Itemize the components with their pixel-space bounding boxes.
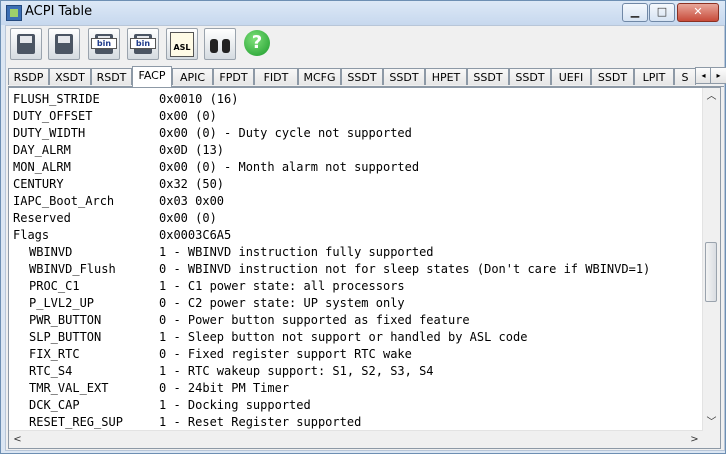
field-name: DCK_CAP [29,398,80,412]
scroll-right-button[interactable]: > [686,431,703,448]
tab-rsdt[interactable]: RSDT [91,68,132,85]
minimize-button[interactable]: ▁ [622,3,648,22]
field-name: DUTY_WIDTH [13,126,86,140]
field-value: 0 - Fixed register support RTC wake [159,347,412,361]
tab-ssdt-1[interactable]: SSDT [341,68,383,85]
tab-ssdt-4[interactable]: SSDT [509,68,551,85]
field-value: 1 - Sleep button not support or handled … [159,330,528,344]
vertical-scroll-thumb[interactable] [705,241,717,302]
field-value: 0x00 (0) - Duty cycle not supported [159,126,412,140]
vertical-scrollbar[interactable]: ︿ ﹀ [702,88,720,431]
title-bar[interactable]: ACPI Table ▁ □ ✕ [1,1,725,25]
field-name: DUTY_OFFSET [13,109,93,123]
field-value: 0x0D (13) [159,143,225,157]
tab-fpdt[interactable]: FPDT [213,68,254,85]
horizontal-scrollbar[interactable]: < > [9,430,703,448]
save-button[interactable] [10,28,42,60]
field-value: 1 - Docking supported [159,398,311,412]
field-name: SLP_BUTTON [29,330,102,344]
field-name: WBINVD [29,245,73,259]
field-name: CENTURY [13,177,64,191]
tab-uefi[interactable]: UEFI [551,68,591,85]
table-detail-view[interactable]: FLUSH_STRIDE 0x0010 (16) DUTY_OFFSET 0x00 (… [8,87,721,449]
tab-fidt[interactable]: FIDT [254,68,298,85]
field-value: 1 - C1 power state: all processors [159,279,405,293]
field-name: MON_ALRM [13,160,71,174]
table-tabs: RSDP XSDT RSDT FACP APIC FPDT FIDT MCFG … [8,66,726,87]
field-name: P_LVL2_UP [29,296,95,310]
tab-apic[interactable]: APIC [172,68,213,85]
asl-button[interactable]: ASL [166,28,198,60]
help-icon: ? [244,30,270,56]
save-all-button[interactable] [48,28,80,60]
field-value: 0x00 (0) - Month alarm not supported [159,160,420,174]
app-icon [6,5,22,21]
tab-lpit[interactable]: LPIT [634,68,674,85]
scrollbar-corner [703,431,720,448]
save-binary-label: bin [91,38,117,49]
tab-facp[interactable]: FACP [132,66,172,87]
field-name: FLUSH_STRIDE [13,92,100,106]
save-all-binary-label: bin [130,38,156,49]
field-value: 0 - 24bit PM Timer [159,381,290,395]
field-name: PWR_BUTTON [29,313,102,327]
save-disk-icon [17,34,35,54]
save-binary-button[interactable]: bin [88,28,120,60]
save-all-binary-button[interactable]: bin [127,28,159,60]
field-value: 0x0003C6A5 [159,228,232,242]
tab-ssdt-5[interactable]: SSDT [591,68,634,85]
field-name: IAPC_Boot_Arch [13,194,115,208]
field-name: RTC_S4 [29,364,73,378]
field-name: DAY_ALRM [13,143,71,157]
field-name: WBINVD_Flush [29,262,116,276]
field-name: FIX_RTC [29,347,80,361]
field-name: RESET_REG_SUP [29,415,123,429]
field-name: TMR_VAL_EXT [29,381,109,395]
window-title: ACPI Table [25,4,93,19]
field-name: Flags [13,228,50,242]
field-value: 1 - WBINVD instruction fully supported [159,245,434,259]
field-value: 1 - RTC wakeup support: S1, S2, S3, S4 [159,364,434,378]
maximize-button[interactable]: □ [649,3,675,22]
field-name: Reserved [13,211,71,225]
field-value: 0 - C2 power state: UP system only [159,296,405,310]
field-value: 1 - Reset Register supported [159,415,362,429]
field-value: 0 - WBINVD instruction not for sleep sta… [159,262,651,276]
field-value: 0x0010 (16) [159,92,239,106]
save-all-icon [55,34,73,54]
field-name: PROC_C1 [29,279,80,293]
field-value: 0x00 (0) [159,109,217,123]
close-button[interactable]: ✕ [677,3,719,22]
find-button[interactable] [204,28,236,60]
field-value: 0x32 (50) [159,177,225,191]
client-area: bin bin ASL ? RSDP XSDT RSDT FACP APIC F… [5,25,726,451]
field-value: 0x03 0x00 [159,194,225,208]
scroll-down-button[interactable]: ﹀ [703,414,720,431]
tab-ssdt-2[interactable]: SSDT [383,68,425,85]
field-value: 0 - Power button supported as fixed feat… [159,313,470,327]
help-button[interactable]: ? [242,28,272,58]
binoculars-icon [210,35,230,53]
tab-partial[interactable]: S [674,68,696,85]
scroll-left-button[interactable]: < [9,431,26,448]
tab-hpet[interactable]: HPET [425,68,467,85]
tab-mcfg[interactable]: MCFG [298,68,341,85]
tab-rsdp[interactable]: RSDP [8,68,49,85]
scroll-up-button[interactable]: ︿ [703,88,720,105]
field-value: 0x00 (0) [159,211,217,225]
tab-xsdt[interactable]: XSDT [49,68,91,85]
asl-icon: ASL [170,32,194,57]
tab-ssdt-3[interactable]: SSDT [467,68,509,85]
acpi-table-window: ACPI Table ▁ □ ✕ bin bin ASL ? RSDP XSDT… [0,0,726,454]
tab-scroll-right-button[interactable]: ▸ [710,67,726,84]
